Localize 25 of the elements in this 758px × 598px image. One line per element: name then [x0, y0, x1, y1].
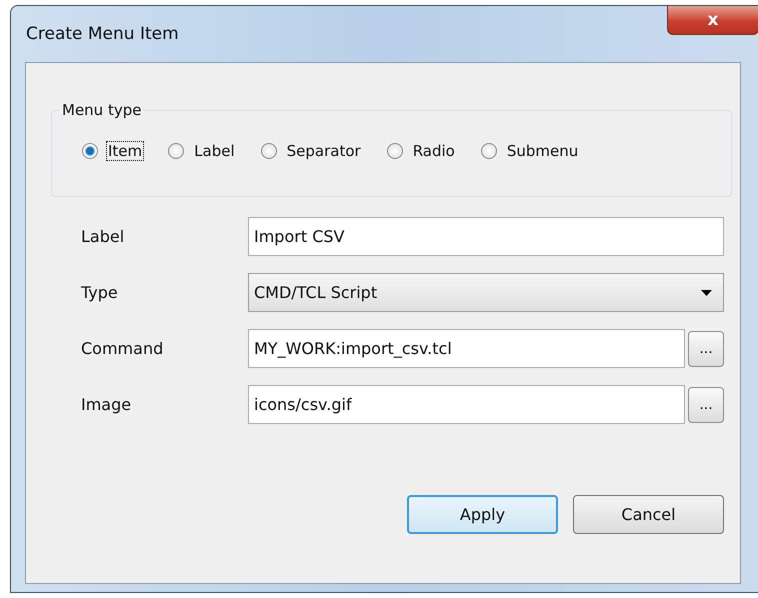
- field-label: Command: [81, 339, 164, 358]
- field-label: Image: [81, 395, 132, 414]
- group-legend: Menu type: [60, 101, 144, 119]
- browse-button[interactable]: ...: [688, 386, 724, 422]
- radio-icon[interactable]: [386, 143, 403, 159]
- browse-button[interactable]: ...: [688, 330, 724, 366]
- window-title: Create Menu Item: [26, 24, 179, 44]
- field-label: Type: [81, 283, 119, 302]
- radio-option[interactable]: Submenu: [480, 141, 580, 161]
- text-field[interactable]: MY_WORK:import_csv.tcl: [248, 329, 685, 368]
- field-label: Label: [81, 227, 126, 246]
- radio-icon[interactable]: [82, 143, 98, 159]
- radio-option[interactable]: Separator: [260, 141, 363, 161]
- close-button[interactable]: x: [667, 6, 758, 35]
- caret-icon: [701, 290, 712, 296]
- cancel-button[interactable]: Cancel: [573, 495, 724, 534]
- radio-icon[interactable]: [480, 143, 497, 159]
- text-field[interactable]: icons/csv.gif: [248, 385, 685, 424]
- radio-icon[interactable]: [260, 143, 277, 159]
- radio-option[interactable]: Label: [168, 141, 237, 161]
- apply-button[interactable]: Apply: [407, 495, 558, 534]
- text-field[interactable]: Import CSV: [248, 217, 724, 256]
- radio-option[interactable]: Radio: [386, 141, 457, 161]
- type-dropdown[interactable]: CMD/TCL Script: [248, 273, 724, 312]
- radio-icon[interactable]: [168, 143, 184, 159]
